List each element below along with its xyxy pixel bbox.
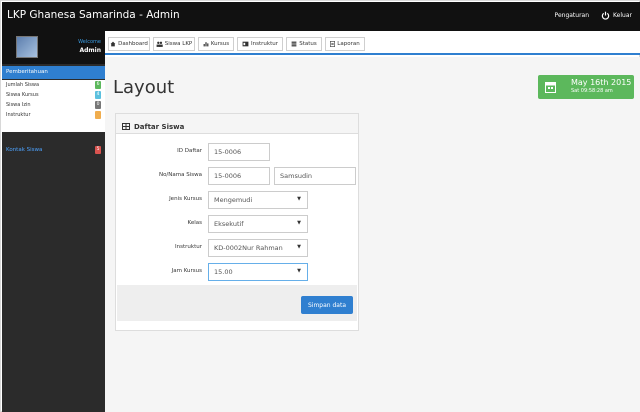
chart-icon — [203, 42, 209, 47]
tab-label: Kursus — [210, 41, 230, 47]
app-window: LKP Ghanesa Samarinda - Admin Pengaturan… — [0, 0, 640, 412]
select-value: Eksekutif — [214, 220, 244, 228]
current-date: May 16th 2015 — [571, 78, 632, 87]
count-badge: 6 — [95, 81, 101, 89]
field-label: Kelas — [187, 220, 202, 226]
calendar-icon — [545, 82, 556, 93]
select-value: KD-0002Nur Rahman — [214, 244, 283, 252]
sidebar-item-label: Siswa Izin — [6, 102, 31, 108]
select-value: 15.00 — [214, 268, 233, 276]
sidebar-item-instruktur[interactable]: Instruktur — [2, 110, 105, 120]
user-box: Welcome Admin — [2, 31, 105, 64]
no-siswa-field[interactable]: 15-0006 — [208, 167, 270, 185]
kelas-select[interactable]: Eksekutif ▼ — [208, 215, 308, 233]
jenis-kursus-select[interactable]: Mengemudi ▼ — [208, 191, 308, 209]
list-icon — [291, 41, 297, 47]
top-actions: Pengaturan Keluar — [555, 11, 632, 20]
tab-siswa-lkp[interactable]: Siswa LKP — [153, 37, 195, 51]
tab-instruktur[interactable]: Instruktur — [237, 37, 283, 51]
tab-label: Laporan — [337, 41, 360, 47]
sidebar-item-jumlah-siswa[interactable]: Jumlah Siswa 6 — [2, 80, 105, 90]
caret-down-icon: ▼ — [297, 196, 301, 202]
top-navbar: LKP Ghanesa Samarinda - Admin Pengaturan… — [2, 2, 640, 31]
sidebar-notification-list: Jumlah Siswa 6 Siswa Kursus 4 Siswa Izin… — [2, 80, 105, 132]
tab-dashboard[interactable]: Dashboard — [108, 37, 150, 51]
count-badge — [95, 111, 101, 119]
table-icon — [122, 123, 130, 130]
sidebar-item-kontak-siswa[interactable]: Kontak Siswa 5 — [2, 144, 105, 156]
nama-siswa-field[interactable]: Samsudin — [274, 167, 356, 185]
document-icon — [330, 41, 336, 47]
sidebar-header-notifications[interactable]: Pemberitahuan — [2, 66, 105, 79]
welcome-text: Welcome — [78, 39, 101, 45]
power-icon — [601, 11, 610, 20]
tab-laporan[interactable]: Laporan — [325, 37, 365, 51]
form-footer: Simpan data — [117, 285, 357, 321]
avatar — [16, 36, 38, 58]
form-row-instruktur: Instruktur KD-0002Nur Rahman ▼ — [116, 239, 358, 257]
home-icon — [110, 41, 116, 47]
panel-title: Daftar Siswa — [134, 122, 185, 131]
sidebar-item-label: Instruktur — [6, 112, 31, 118]
field-label: Jenis Kursus — [169, 196, 202, 202]
form-row-jenis-kursus: Jenis Kursus Mengemudi ▼ — [116, 191, 358, 209]
field-label: Jam Kursus — [171, 268, 202, 274]
logout-button[interactable]: Keluar — [601, 11, 632, 20]
instruktur-select[interactable]: KD-0002Nur Rahman ▼ — [208, 239, 308, 257]
field-label: ID Daftar — [177, 148, 202, 154]
panel-header: Daftar Siswa — [116, 114, 358, 134]
jam-kursus-select[interactable]: 15.00 ▼ — [208, 263, 308, 281]
caret-down-icon: ▼ — [297, 244, 301, 250]
user-name: Admin — [79, 47, 101, 54]
count-badge: 5 — [95, 146, 101, 154]
sidebar-item-label: Kontak Siswa — [6, 147, 43, 153]
users-icon — [156, 41, 163, 47]
tab-label: Dashboard — [118, 41, 148, 47]
form-panel: Daftar Siswa ID Daftar 15-0006 No/Nama S… — [115, 113, 359, 331]
tab-label: Siswa LKP — [164, 41, 193, 47]
caret-down-icon: ▼ — [297, 220, 301, 226]
sidebar-item-label: Jumlah Siswa — [6, 82, 40, 88]
form-row-jam-kursus: Jam Kursus 15.00 ▼ — [116, 263, 358, 281]
date-widget: May 16th 2015 Sat 09:58:28 am — [538, 75, 634, 99]
settings-link[interactable]: Pengaturan — [555, 12, 590, 19]
logout-label: Keluar — [613, 12, 632, 19]
current-time: Sat 09:58:28 am — [571, 88, 613, 94]
tab-kursus[interactable]: Kursus — [198, 37, 234, 51]
sidebar-item-siswa-kursus[interactable]: Siswa Kursus 4 — [2, 90, 105, 100]
main-content: Layout May 16th 2015 Sat 09:58:28 am Daf… — [105, 57, 640, 412]
sidebar-item-siswa-izin[interactable]: Siswa Izin 0 — [2, 100, 105, 110]
settings-label: Pengaturan — [554, 12, 590, 19]
select-value: Mengemudi — [214, 196, 253, 204]
tab-bar: Dashboard Siswa LKP Kursus Instruktur St… — [105, 31, 640, 55]
id-daftar-field[interactable]: 15-0006 — [208, 143, 270, 161]
tab-label: Instruktur — [251, 41, 278, 47]
id-card-icon — [242, 41, 249, 47]
field-label: No/Nama Siswa — [158, 172, 202, 178]
sidebar: Welcome Admin Pemberitahuan Jumlah Siswa… — [2, 31, 105, 412]
page-title: Layout — [113, 77, 175, 98]
caret-down-icon: ▼ — [297, 268, 301, 274]
save-button[interactable]: Simpan data — [301, 296, 353, 314]
count-badge: 4 — [95, 91, 101, 99]
field-label: Instruktur — [175, 244, 202, 250]
app-title: LKP Ghanesa Samarinda - Admin — [7, 9, 180, 21]
tab-status[interactable]: Status — [286, 37, 322, 51]
sidebar-item-label: Siswa Kursus — [6, 92, 39, 98]
tab-label: Status — [299, 41, 317, 47]
form-row-id-daftar: ID Daftar 15-0006 — [116, 143, 358, 161]
count-badge: 0 — [95, 101, 101, 109]
form-row-nama-siswa: No/Nama Siswa 15-0006 Samsudin — [116, 167, 358, 185]
form-row-kelas: Kelas Eksekutif ▼ — [116, 215, 358, 233]
